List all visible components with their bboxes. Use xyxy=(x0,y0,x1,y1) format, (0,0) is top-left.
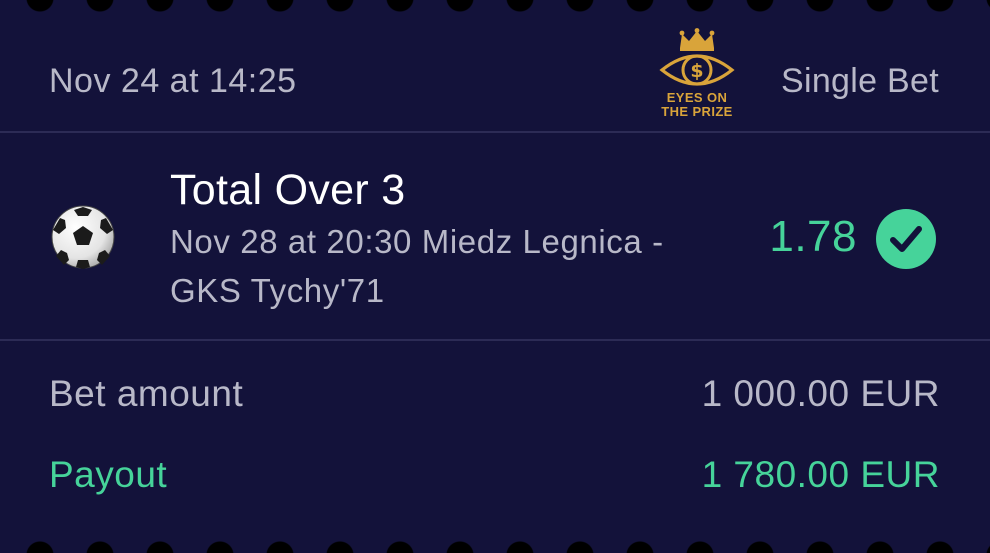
logo-text-line2: THE PRIZE xyxy=(661,104,733,119)
divider xyxy=(0,339,990,341)
event-details-line1: Nov 28 at 20:30 Miedz Legnica - xyxy=(170,223,664,260)
crowned-eye-dollar-icon: $ xyxy=(659,28,735,86)
svg-text:$: $ xyxy=(690,60,703,82)
eyes-on-the-prize-logo: $ EYES ON THE PRIZE xyxy=(656,28,738,122)
logo-text-line1: EYES ON xyxy=(666,90,728,105)
soccer-ball-icon xyxy=(51,205,115,269)
ticket-header: Nov 24 at 14:25 $ EYES ON THE PRIZE Sing… xyxy=(0,0,990,132)
bet-type-label: Single Bet xyxy=(781,62,939,100)
selection-market: Total Over 3 xyxy=(170,166,406,214)
payout-value: 1 780.00 EUR xyxy=(701,454,940,495)
odds-value: 1.78 xyxy=(769,212,857,261)
bet-ticket: Nov 24 at 14:25 $ EYES ON THE PRIZE Sing… xyxy=(0,0,990,553)
ticket-perforation-bottom xyxy=(0,541,990,553)
bet-date: Nov 24 at 14:25 xyxy=(49,62,297,100)
bet-amount-value: 1 000.00 EUR xyxy=(701,373,940,414)
event-details-line2: GKS Tychy'71 xyxy=(170,272,385,309)
payout-label: Payout xyxy=(49,454,168,495)
bet-amount-label: Bet amount xyxy=(49,373,244,414)
won-status-badge xyxy=(876,209,936,269)
divider xyxy=(0,131,990,133)
checkmark-circle-icon xyxy=(890,226,922,252)
